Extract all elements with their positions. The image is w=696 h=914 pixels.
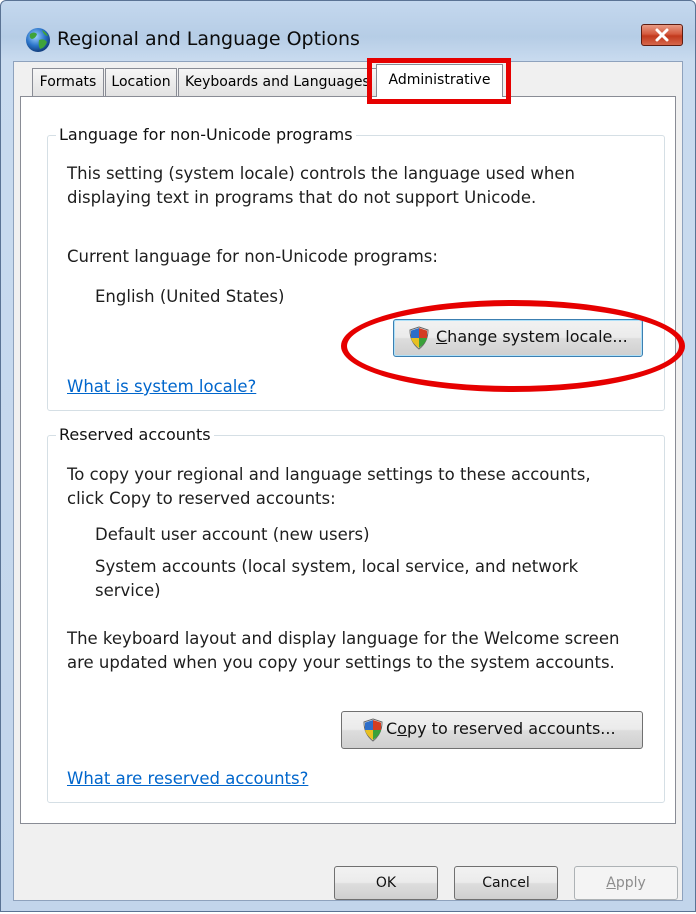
tab-panel-administrative: Language for non-Unicode programs This s… bbox=[20, 96, 676, 824]
cancel-label: Cancel bbox=[482, 875, 530, 891]
reserved-accounts-group-legend: Reserved accounts bbox=[56, 425, 214, 444]
copy-to-reserved-accounts-button[interactable]: Copy to reserved accounts... bbox=[341, 711, 643, 749]
copy-label-rest: py to reserved accounts... bbox=[406, 719, 616, 738]
reserved-item-system-accounts: System accounts (local system, local ser… bbox=[95, 555, 578, 603]
tab-location[interactable]: Location bbox=[105, 68, 177, 96]
cancel-button[interactable]: Cancel bbox=[454, 866, 558, 900]
description-line: displaying text in programs that do not … bbox=[67, 188, 537, 207]
current-language-value: English (United States) bbox=[95, 287, 285, 306]
non-unicode-group-legend: Language for non-Unicode programs bbox=[56, 125, 356, 144]
copy-accelerator: o bbox=[397, 719, 407, 738]
intro-line: click Copy to reserved accounts: bbox=[67, 489, 336, 508]
annotation-highlight-ellipse bbox=[341, 300, 685, 392]
system-accounts-line: System accounts (local system, local ser… bbox=[95, 557, 579, 576]
intro-line: To copy your regional and language setti… bbox=[67, 465, 591, 484]
close-button[interactable] bbox=[641, 24, 683, 46]
globe-icon bbox=[26, 28, 50, 52]
apply-label: pply bbox=[615, 875, 646, 891]
copy-label-pre: C bbox=[386, 719, 398, 738]
reserved-accounts-intro: To copy your regional and language setti… bbox=[67, 463, 591, 511]
tab-keyboards-and-languages[interactable]: Keyboards and Languages bbox=[178, 68, 382, 96]
tab-formats[interactable]: Formats bbox=[32, 68, 104, 96]
what-are-reserved-accounts-link[interactable]: What are reserved accounts? bbox=[67, 767, 308, 791]
apply-button[interactable]: Apply bbox=[574, 866, 678, 900]
welcome-screen-note: The keyboard layout and display language… bbox=[67, 627, 619, 675]
window-title: Regional and Language Options bbox=[57, 28, 360, 50]
apply-accelerator: A bbox=[606, 875, 616, 891]
uac-shield-icon bbox=[363, 718, 383, 742]
what-is-system-locale-link[interactable]: What is system locale? bbox=[67, 375, 256, 399]
close-icon bbox=[642, 25, 682, 45]
system-accounts-line: service) bbox=[95, 581, 161, 600]
system-locale-description: This setting (system locale) controls th… bbox=[67, 162, 575, 210]
reserved-item-default-user: Default user account (new users) bbox=[95, 525, 370, 544]
note-line: are updated when you copy your settings … bbox=[67, 653, 615, 672]
current-language-label: Current language for non-Unicode program… bbox=[67, 247, 438, 266]
annotation-highlight-rectangle bbox=[367, 58, 511, 104]
ok-button[interactable]: OK bbox=[334, 866, 438, 900]
title-bar[interactable]: Regional and Language Options bbox=[1, 1, 695, 52]
description-line: This setting (system locale) controls th… bbox=[67, 164, 575, 183]
note-line: The keyboard layout and display language… bbox=[67, 629, 620, 648]
ok-label: OK bbox=[375, 875, 397, 891]
